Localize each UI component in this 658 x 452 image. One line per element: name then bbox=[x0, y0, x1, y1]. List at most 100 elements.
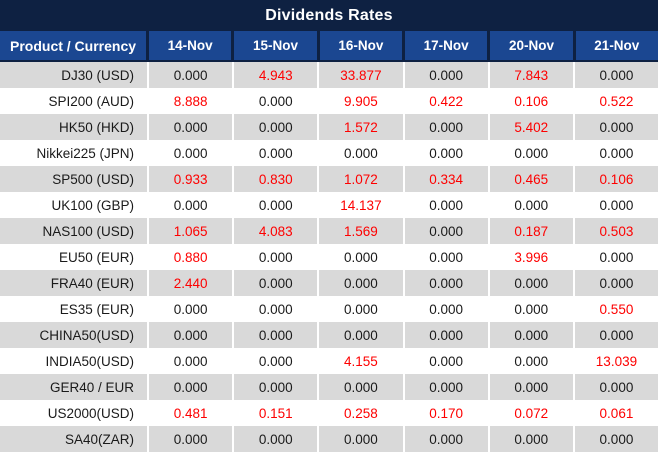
product-cell: HK50 (HKD) bbox=[0, 114, 149, 140]
rate-cell: 3.996 bbox=[490, 244, 575, 270]
rate-cell: 0.000 bbox=[319, 140, 404, 166]
rate-cell: 0.422 bbox=[405, 88, 490, 114]
rate-cell: 0.000 bbox=[405, 192, 490, 218]
rate-cell: 0.000 bbox=[149, 192, 234, 218]
rate-cell: 0.503 bbox=[575, 218, 658, 244]
rate-cell: 13.039 bbox=[575, 348, 658, 374]
rate-cell: 0.000 bbox=[319, 322, 404, 348]
rate-cell: 0.933 bbox=[149, 166, 234, 192]
rate-cell: 0.000 bbox=[405, 426, 490, 452]
rate-cell: 0.000 bbox=[319, 270, 404, 296]
rate-cell: 0.000 bbox=[405, 62, 490, 88]
rate-cell: 0.000 bbox=[405, 374, 490, 400]
rate-cell: 0.334 bbox=[405, 166, 490, 192]
rate-cell: 0.000 bbox=[234, 270, 319, 296]
column-header-17-nov: 17-Nov bbox=[405, 31, 490, 60]
product-cell: SPI200 (AUD) bbox=[0, 88, 149, 114]
product-cell: FRA40 (EUR) bbox=[0, 270, 149, 296]
rate-cell: 0.000 bbox=[234, 140, 319, 166]
product-currency-column-header: Product / Currency bbox=[0, 31, 149, 60]
rate-cell: 0.000 bbox=[405, 348, 490, 374]
rate-cell: 0.522 bbox=[575, 88, 658, 114]
rate-cell: 0.550 bbox=[575, 296, 658, 322]
rate-cell: 0.106 bbox=[490, 88, 575, 114]
rate-cell: 0.000 bbox=[234, 244, 319, 270]
rate-cell: 0.000 bbox=[149, 348, 234, 374]
rate-cell: 8.888 bbox=[149, 88, 234, 114]
product-cell: DJ30 (USD) bbox=[0, 62, 149, 88]
rate-cell: 0.000 bbox=[405, 140, 490, 166]
rate-cell: 0.000 bbox=[234, 192, 319, 218]
table-row: ES35 (EUR)0.0000.0000.0000.0000.0000.550 bbox=[0, 296, 658, 322]
rate-cell: 1.572 bbox=[319, 114, 404, 140]
table-row: DJ30 (USD)0.0004.94333.8770.0007.8430.00… bbox=[0, 62, 658, 88]
product-cell: GER40 / EUR bbox=[0, 374, 149, 400]
rate-cell: 2.440 bbox=[149, 270, 234, 296]
rate-cell: 0.000 bbox=[405, 322, 490, 348]
product-cell: Nikkei225 (JPN) bbox=[0, 140, 149, 166]
table-row: INDIA50(USD)0.0000.0004.1550.0000.00013.… bbox=[0, 348, 658, 374]
rate-cell: 0.258 bbox=[319, 400, 404, 426]
rate-cell: 0.000 bbox=[405, 296, 490, 322]
rate-cell: 0.000 bbox=[319, 426, 404, 452]
rate-cell: 0.000 bbox=[149, 62, 234, 88]
rate-cell: 0.000 bbox=[405, 270, 490, 296]
product-cell: EU50 (EUR) bbox=[0, 244, 149, 270]
rate-cell: 0.000 bbox=[575, 192, 658, 218]
table-row: GER40 / EUR0.0000.0000.0000.0000.0000.00… bbox=[0, 374, 658, 400]
table-row: Nikkei225 (JPN)0.0000.0000.0000.0000.000… bbox=[0, 140, 658, 166]
rate-cell: 1.072 bbox=[319, 166, 404, 192]
column-header-21-nov: 21-Nov bbox=[576, 31, 658, 60]
rate-cell: 0.000 bbox=[490, 348, 575, 374]
product-cell: NAS100 (USD) bbox=[0, 218, 149, 244]
rate-cell: 0.000 bbox=[319, 374, 404, 400]
rate-cell: 0.000 bbox=[149, 140, 234, 166]
rate-cell: 0.061 bbox=[575, 400, 658, 426]
rate-cell: 0.000 bbox=[319, 296, 404, 322]
rate-cell: 4.083 bbox=[234, 218, 319, 244]
table-header-row: Product / Currency 14-Nov15-Nov16-Nov17-… bbox=[0, 31, 658, 62]
table-row: SA40(ZAR)0.0000.0000.0000.0000.0000.000 bbox=[0, 426, 658, 452]
rate-cell: 0.000 bbox=[490, 374, 575, 400]
rate-cell: 0.000 bbox=[490, 296, 575, 322]
rate-cell: 0.000 bbox=[234, 426, 319, 452]
rate-cell: 0.000 bbox=[234, 114, 319, 140]
column-header-16-nov: 16-Nov bbox=[320, 31, 405, 60]
table-row: EU50 (EUR)0.8800.0000.0000.0003.9960.000 bbox=[0, 244, 658, 270]
rate-cell: 0.000 bbox=[234, 322, 319, 348]
rate-cell: 4.155 bbox=[319, 348, 404, 374]
rate-cell: 0.170 bbox=[405, 400, 490, 426]
product-cell: SP500 (USD) bbox=[0, 166, 149, 192]
rate-cell: 0.000 bbox=[234, 374, 319, 400]
table-row: SPI200 (AUD)8.8880.0009.9050.4220.1060.5… bbox=[0, 88, 658, 114]
rate-cell: 0.000 bbox=[490, 426, 575, 452]
rate-cell: 0.000 bbox=[490, 192, 575, 218]
rate-cell: 0.000 bbox=[149, 374, 234, 400]
table-row: US2000(USD)0.4810.1510.2580.1700.0720.06… bbox=[0, 400, 658, 426]
rate-cell: 0.481 bbox=[149, 400, 234, 426]
rate-cell: 0.000 bbox=[490, 140, 575, 166]
page-title: Dividends Rates bbox=[0, 0, 658, 31]
rate-cell: 0.000 bbox=[490, 270, 575, 296]
rate-cell: 0.000 bbox=[575, 244, 658, 270]
rate-cell: 0.187 bbox=[490, 218, 575, 244]
rate-cell: 0.880 bbox=[149, 244, 234, 270]
product-cell: ES35 (EUR) bbox=[0, 296, 149, 322]
table-row: HK50 (HKD)0.0000.0001.5720.0005.4020.000 bbox=[0, 114, 658, 140]
rate-cell: 0.000 bbox=[234, 296, 319, 322]
rate-cell: 0.000 bbox=[234, 348, 319, 374]
rate-cell: 0.000 bbox=[575, 114, 658, 140]
product-cell: UK100 (GBP) bbox=[0, 192, 149, 218]
rate-cell: 0.072 bbox=[490, 400, 575, 426]
table-row: CHINA50(USD)0.0000.0000.0000.0000.0000.0… bbox=[0, 322, 658, 348]
product-cell: US2000(USD) bbox=[0, 400, 149, 426]
rate-cell: 0.106 bbox=[575, 166, 658, 192]
rate-cell: 0.000 bbox=[149, 426, 234, 452]
rate-cell: 0.000 bbox=[405, 244, 490, 270]
product-cell: CHINA50(USD) bbox=[0, 322, 149, 348]
rate-cell: 0.000 bbox=[405, 114, 490, 140]
rate-cell: 33.877 bbox=[319, 62, 404, 88]
rate-cell: 0.000 bbox=[575, 270, 658, 296]
rate-cell: 1.569 bbox=[319, 218, 404, 244]
rate-cell: 0.000 bbox=[149, 322, 234, 348]
